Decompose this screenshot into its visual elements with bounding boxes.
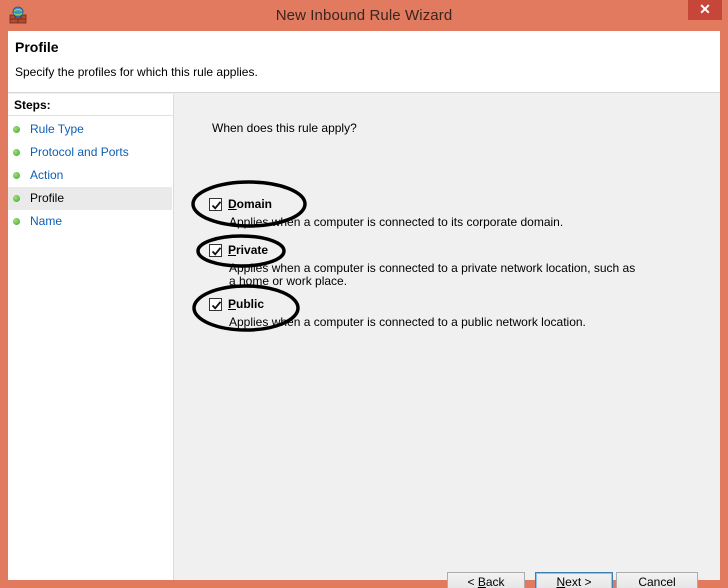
private-label[interactable]: Private — [228, 243, 268, 257]
step-label: Action — [30, 168, 64, 182]
domain-label-mnemonic: D — [228, 197, 237, 211]
step-item-profile[interactable]: Profile — [8, 187, 172, 210]
public-label-mnemonic: P — [228, 297, 237, 311]
profile-content: When does this rule apply? Domain Applie… — [175, 94, 720, 588]
step-label: Rule Type — [30, 122, 84, 136]
public-label-rest: ublic — [236, 297, 265, 311]
step-label: Profile — [30, 191, 65, 205]
private-label-rest: rivate — [236, 243, 269, 257]
cancel-button[interactable]: Cancel — [616, 572, 698, 588]
next-button-rest: ext > — [565, 575, 592, 588]
public-label[interactable]: Public — [228, 297, 264, 311]
steps-pane: Steps: Rule Type Protocol and Ports Acti… — [8, 94, 174, 580]
back-button-rest: ack — [485, 575, 505, 588]
checkmark-icon — [211, 247, 222, 256]
checkmark-icon — [211, 201, 222, 210]
question-label: When does this rule apply? — [212, 121, 357, 135]
step-label: Name — [30, 214, 63, 228]
domain-label-rest: omain — [236, 197, 273, 211]
wizard-client-area: Profile Specify the profiles for which t… — [8, 31, 720, 588]
close-icon: ✕ — [699, 1, 711, 17]
step-status-icon — [13, 149, 20, 156]
back-button[interactable]: < Back — [447, 572, 525, 588]
step-status-icon — [13, 172, 20, 179]
step-status-icon — [13, 195, 20, 202]
step-item-protocol-and-ports[interactable]: Protocol and Ports — [8, 141, 172, 164]
page-title: Profile — [15, 39, 59, 55]
step-item-name[interactable]: Name — [8, 210, 172, 233]
step-item-action[interactable]: Action — [8, 164, 172, 187]
page-header: Profile Specify the profiles for which t… — [8, 31, 720, 93]
title-bar[interactable]: New Inbound Rule Wizard ✕ — [0, 0, 728, 32]
wizard-window: New Inbound Rule Wizard ✕ Profile Specif… — [0, 0, 728, 588]
next-button[interactable]: Next > — [535, 572, 613, 588]
checkmark-icon — [211, 301, 222, 310]
back-button-prefix: < — [467, 575, 478, 588]
public-checkbox[interactable] — [209, 298, 222, 311]
close-button[interactable]: ✕ — [688, 0, 722, 20]
page-description: Specify the profiles for which this rule… — [15, 65, 258, 79]
step-status-icon — [13, 218, 20, 225]
domain-description: Applies when a computer is connected to … — [229, 215, 564, 229]
public-description: Applies when a computer is connected to … — [229, 315, 586, 329]
next-button-mnemonic: N — [556, 575, 566, 588]
private-label-mnemonic: P — [228, 243, 237, 257]
window-title: New Inbound Rule Wizard — [275, 7, 453, 24]
domain-checkbox[interactable] — [209, 198, 222, 211]
step-label: Protocol and Ports — [30, 145, 129, 159]
step-status-icon — [13, 126, 20, 133]
private-description: Applies when a computer is connected to … — [229, 261, 636, 288]
back-button-mnemonic: B — [477, 575, 486, 588]
steps-heading: Steps: — [8, 94, 174, 116]
domain-label[interactable]: Domain — [228, 197, 272, 211]
private-checkbox[interactable] — [209, 244, 222, 257]
step-item-rule-type[interactable]: Rule Type — [8, 118, 172, 141]
